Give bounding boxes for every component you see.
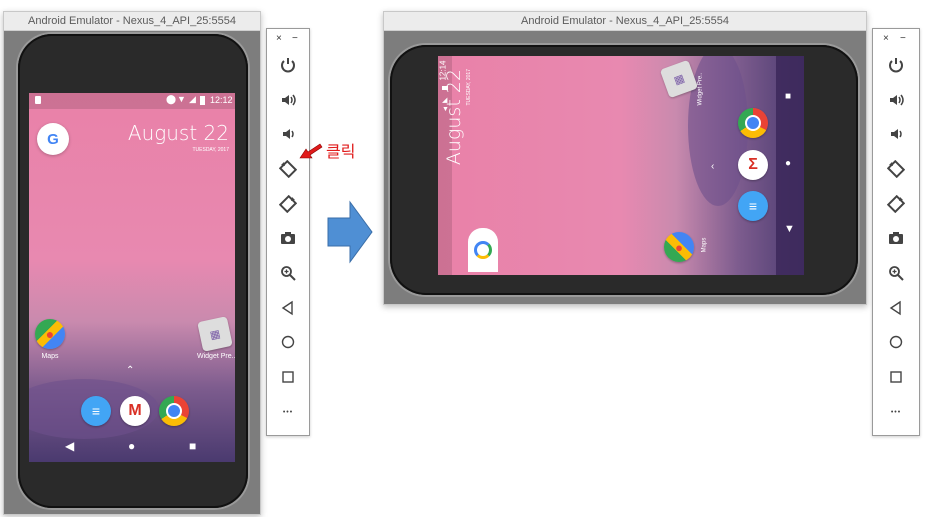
all-apps-chevron-icon[interactable]: ⌃ bbox=[126, 365, 134, 376]
annotation-red-arrow bbox=[299, 143, 323, 159]
overview-square-icon bbox=[890, 371, 902, 383]
right-weekday-text: TUESDAY, 2017 bbox=[466, 69, 472, 106]
right-power-button[interactable] bbox=[873, 51, 919, 79]
more-dots-icon: ••• bbox=[890, 408, 902, 416]
right-more-button[interactable]: ••• bbox=[873, 398, 919, 426]
toolbar-close-button[interactable]: × bbox=[276, 33, 282, 44]
google-g-icon: G bbox=[47, 130, 59, 148]
right-overview-button[interactable] bbox=[873, 363, 919, 391]
widget-preview-app[interactable]: ▦ Widget Pre.. bbox=[197, 316, 235, 360]
zoom-button[interactable] bbox=[267, 259, 309, 287]
right-google-icon bbox=[474, 241, 492, 259]
right-widget-preview-label: Widget Pre.. bbox=[697, 72, 704, 106]
right-messages-icon[interactable]: ≡ bbox=[738, 191, 768, 221]
rotate-right-button[interactable] bbox=[267, 190, 309, 218]
widget-preview-icon: ▦ bbox=[197, 316, 233, 352]
camera-icon bbox=[281, 232, 295, 244]
right-back-button[interactable] bbox=[873, 294, 919, 322]
right-emulator-toolbar: × − ••• bbox=[872, 28, 920, 436]
overview-button[interactable] bbox=[267, 363, 309, 391]
location-icon: ⬤ bbox=[166, 94, 177, 104]
sd-card-icon bbox=[35, 96, 41, 104]
left-window-title: Android Emulator - Nexus_4_API_25:5554 bbox=[4, 12, 260, 31]
camera-icon bbox=[889, 232, 903, 244]
nav-back-icon[interactable]: ◀ bbox=[65, 439, 74, 453]
back-triangle-icon bbox=[281, 300, 293, 316]
more-dots-icon: ••• bbox=[282, 408, 294, 416]
maps-label: Maps bbox=[41, 353, 59, 360]
maps-app[interactable]: ● Maps bbox=[33, 319, 67, 360]
weekday-text: TUESDAY, 2017 bbox=[192, 147, 229, 153]
signal-icon: ◢ bbox=[189, 94, 196, 104]
rotate-right-icon bbox=[279, 195, 297, 213]
right-toolbar-minimize-button[interactable]: − bbox=[900, 33, 906, 44]
wifi-icon: ▼ bbox=[177, 94, 186, 104]
volume-up-icon bbox=[890, 94, 904, 106]
more-button[interactable]: ••• bbox=[267, 398, 309, 426]
home-button[interactable] bbox=[267, 328, 309, 356]
rotate-left-icon bbox=[279, 160, 297, 178]
date-widget[interactable]: August 22 TUESDAY, 2017 bbox=[128, 121, 229, 153]
right-volume-up-button[interactable] bbox=[873, 86, 919, 114]
volume-down-icon bbox=[891, 129, 902, 139]
zoom-icon bbox=[281, 266, 296, 281]
right-phone-body: 12:14 ◢ ▼ August 22 TUESDAY, 2017 ▦ Widg… bbox=[390, 45, 858, 295]
right-zoom-button[interactable] bbox=[873, 259, 919, 287]
right-rotate-left-button[interactable] bbox=[873, 155, 919, 183]
maps-icon: ● bbox=[35, 319, 65, 349]
right-google-search-widget[interactable] bbox=[468, 228, 498, 272]
messages-icon[interactable]: ≡ bbox=[81, 396, 111, 426]
left-emulator-toolbar: × − ••• bbox=[266, 28, 310, 436]
nav-overview-icon[interactable]: ■ bbox=[189, 439, 196, 453]
back-triangle-icon bbox=[889, 300, 901, 316]
power-icon bbox=[281, 58, 295, 73]
right-date-widget[interactable]: August 22 TUESDAY, 2017 bbox=[443, 69, 493, 189]
back-button[interactable] bbox=[267, 294, 309, 322]
left-screen[interactable]: ⬤ ▼ ◢ 12:12 G August 22 TUESDAY, 2017 ● … bbox=[29, 93, 235, 462]
right-nav-overview-icon[interactable]: ■ bbox=[785, 91, 791, 102]
right-home-button[interactable] bbox=[873, 328, 919, 356]
right-window-title: Android Emulator - Nexus_4_API_25:5554 bbox=[384, 12, 866, 31]
right-rotate-right-button[interactable] bbox=[873, 190, 919, 218]
volume-up-icon bbox=[282, 94, 296, 106]
battery-icon bbox=[200, 96, 205, 105]
left-emulator-window: Android Emulator - Nexus_4_API_25:5554 ⬤… bbox=[3, 11, 261, 515]
status-time: 12:12 bbox=[210, 95, 233, 105]
power-button[interactable] bbox=[267, 51, 309, 79]
right-volume-down-button[interactable] bbox=[873, 120, 919, 148]
overview-square-icon bbox=[282, 371, 294, 383]
gmail-icon[interactable]: M bbox=[120, 396, 150, 426]
volume-up-button[interactable] bbox=[267, 86, 309, 114]
volume-down-icon bbox=[283, 129, 294, 139]
zoom-icon bbox=[889, 266, 904, 281]
screenshot-button[interactable] bbox=[267, 224, 309, 252]
right-emulator-window: Android Emulator - Nexus_4_API_25:5554 1… bbox=[383, 11, 867, 305]
home-circle-icon bbox=[889, 335, 903, 349]
right-chrome-icon[interactable] bbox=[738, 108, 768, 138]
right-screenshot-button[interactable] bbox=[873, 224, 919, 252]
right-nav-back-icon[interactable]: ▼ bbox=[784, 223, 795, 235]
right-maps-label: Maps bbox=[701, 237, 708, 253]
home-circle-icon bbox=[281, 335, 295, 349]
right-date-text: August 22 bbox=[443, 69, 465, 166]
right-maps-icon[interactable]: ● bbox=[664, 232, 694, 262]
right-all-apps-chevron-icon[interactable]: ‹ bbox=[711, 161, 714, 172]
rotate-left-icon bbox=[887, 160, 905, 178]
left-status-bar: ⬤ ▼ ◢ 12:12 bbox=[29, 93, 235, 109]
annotation-click-label: 클릭 bbox=[326, 142, 356, 161]
chrome-icon[interactable] bbox=[159, 396, 189, 426]
date-text: August 22 bbox=[127, 121, 229, 145]
nav-home-icon[interactable]: ● bbox=[128, 439, 135, 453]
left-phone-body: ⬤ ▼ ◢ 12:12 G August 22 TUESDAY, 2017 ● … bbox=[18, 34, 248, 508]
right-gmail-icon[interactable]: Σ bbox=[738, 150, 768, 180]
right-screen[interactable]: 12:14 ◢ ▼ August 22 TUESDAY, 2017 ▦ Widg… bbox=[438, 56, 804, 275]
toolbar-minimize-button[interactable]: − bbox=[292, 33, 298, 44]
right-nav-home-icon[interactable]: ● bbox=[785, 158, 791, 169]
widget-preview-label: Widget Pre.. bbox=[197, 353, 235, 360]
transition-arrow-icon bbox=[327, 200, 373, 264]
google-search-widget[interactable]: G bbox=[37, 123, 69, 155]
right-toolbar-close-button[interactable]: × bbox=[883, 33, 889, 44]
rotate-right-icon bbox=[887, 195, 905, 213]
power-icon bbox=[889, 58, 903, 73]
